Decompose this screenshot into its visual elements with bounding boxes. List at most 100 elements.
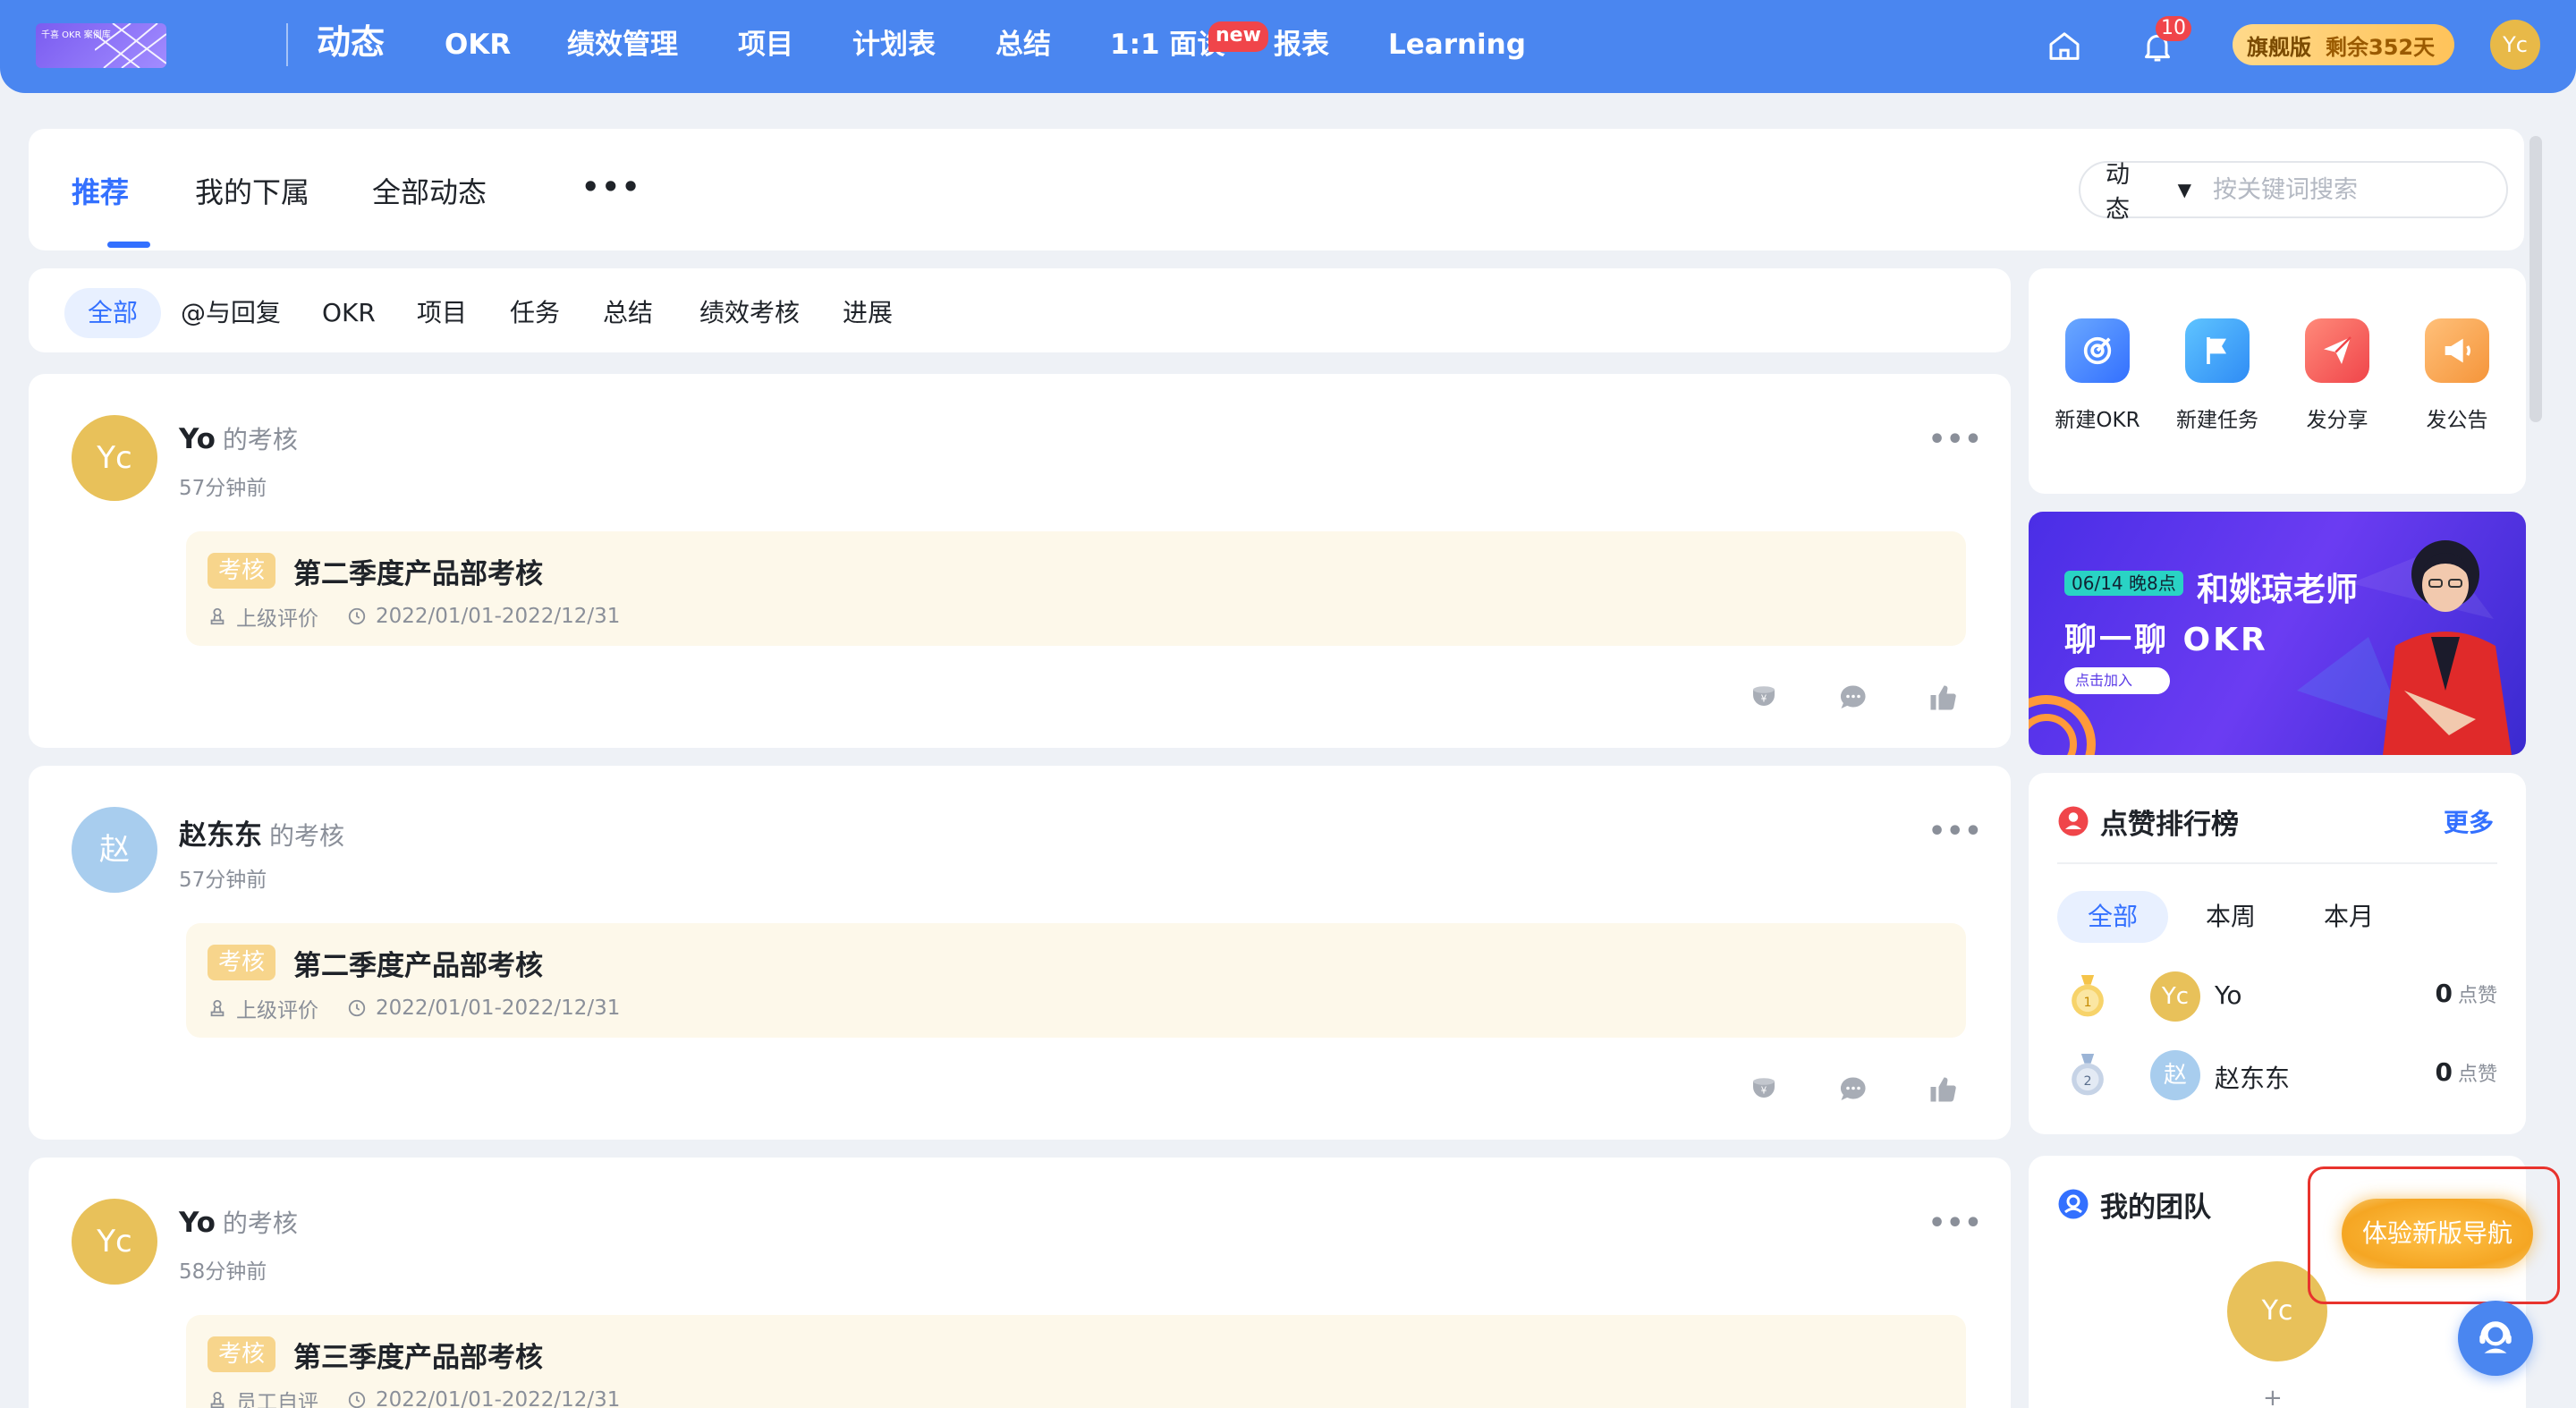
post-action: 的考核	[222, 425, 298, 454]
post-author-name[interactable]: Yo	[179, 1207, 216, 1239]
new-okr-button[interactable]: 新建OKR	[2039, 318, 2156, 433]
banner-subtitle: 聊一聊 OKR	[2064, 622, 2268, 658]
nav-item-okr[interactable]: OKR	[445, 27, 511, 63]
customer-service-icon	[2479, 1321, 2512, 1353]
filter-progress[interactable]: 进展	[819, 288, 916, 338]
banner-date: 06/14 晚8点	[2064, 571, 2183, 596]
post-author: Yo 的考核	[179, 1204, 298, 1240]
tab-recommended[interactable]: 推荐	[72, 170, 129, 211]
filter-bar: 全部 @与回复 OKR 项目 任务 总结 绩效考核 进展	[29, 268, 2011, 352]
search-type-select[interactable]: 动态	[2106, 155, 2153, 225]
svg-text:¥: ¥	[1761, 1086, 1767, 1097]
tab-all-activity[interactable]: 全部动态	[372, 170, 487, 211]
add-team-member-button[interactable]: +	[2263, 1385, 2283, 1408]
tab-my-subordinates[interactable]: 我的下属	[195, 170, 309, 211]
caret-down-icon[interactable]: ▼	[2178, 179, 2191, 200]
reward-icon[interactable]: ¥	[1748, 1073, 1780, 1109]
filter-mentions[interactable]: @与回复	[157, 288, 304, 338]
like-icon[interactable]	[1927, 682, 1959, 717]
ranking-tab-all[interactable]: 全部	[2057, 891, 2169, 943]
ranking-tab-week[interactable]: 本周	[2175, 891, 2286, 943]
post-author-name[interactable]: Yo	[179, 423, 216, 455]
announcement-button[interactable]: 发公告	[2399, 318, 2515, 433]
filter-summary[interactable]: 总结	[580, 288, 676, 338]
filter-performance[interactable]: 绩效考核	[676, 288, 823, 338]
post-more-button[interactable]: •••	[1928, 424, 1983, 455]
user-avatar[interactable]: Yc	[2490, 20, 2540, 70]
nav-item-summary[interactable]: 总结	[996, 27, 1051, 63]
post-action: 的考核	[269, 821, 345, 851]
search-box: 动态 ▼	[2079, 161, 2508, 224]
review-period: 2022/01/01-2022/12/31	[376, 997, 621, 1020]
nav-item-learning[interactable]: Learning	[1388, 27, 1526, 63]
filter-all[interactable]: 全部	[64, 288, 162, 338]
post-avatar[interactable]: 赵	[72, 807, 157, 893]
stamp-icon	[208, 1390, 227, 1408]
review-card[interactable]: 考核 第二季度产品部考核 上级评价 2022/01/01-2022/12/31	[186, 531, 1966, 646]
team-icon	[2057, 1188, 2089, 1224]
like-unit: 点赞	[2457, 985, 2497, 1007]
home-icon[interactable]	[2046, 29, 2082, 68]
plan-badge[interactable]: 旗舰版 剩余352天	[2233, 24, 2454, 65]
nav-item-performance[interactable]: 绩效管理	[567, 27, 678, 63]
review-type: 员工自评	[236, 1391, 318, 1408]
brand-logo[interactable]: 千喜 OKR 案例库	[36, 23, 166, 68]
active-tab-indicator	[107, 242, 150, 248]
new-task-button[interactable]: 新建任务	[2159, 318, 2275, 433]
target-icon	[2065, 318, 2130, 383]
plan-name: 旗舰版	[2247, 34, 2311, 60]
team-title: 我的团队	[2100, 1192, 2211, 1224]
nav-item-reports[interactable]: 报表	[1274, 27, 1329, 63]
post-more-button[interactable]: •••	[1928, 1208, 1983, 1239]
ranking-tab-month[interactable]: 本月	[2293, 891, 2404, 943]
quick-label: 新建OKR	[2055, 409, 2140, 432]
scrollbar[interactable]	[2529, 136, 2542, 422]
ranking-avatar: Yc	[2150, 971, 2200, 1022]
nav-item-projects[interactable]: 项目	[738, 27, 793, 63]
post-avatar[interactable]: Yc	[72, 415, 157, 501]
logo-graphic-icon	[95, 23, 166, 68]
medal-number: 1	[2083, 996, 2091, 1010]
post-avatar[interactable]: Yc	[72, 1199, 157, 1285]
post-time: 57分钟前	[179, 477, 267, 500]
feed-card: Yc Yo 的考核 57分钟前 ••• 考核 第二季度产品部考核 上级评价 202…	[29, 374, 2011, 748]
banner-join-button[interactable]: 点击加入	[2064, 667, 2171, 694]
medal-number: 2	[2083, 1074, 2091, 1089]
quick-label: 发公告	[2426, 409, 2488, 432]
ranking-more-link[interactable]: 更多	[2444, 803, 2494, 839]
ranking-row[interactable]: 2 赵 赵东东 0 点赞	[2057, 1047, 2497, 1104]
ranking-row[interactable]: 1 Yc Yo 0 点赞	[2057, 968, 2497, 1025]
new-badge: new	[1208, 21, 1268, 52]
post-author-name[interactable]: 赵东东	[179, 819, 262, 852]
more-tabs-button[interactable]: •••	[581, 170, 641, 204]
search-input[interactable]	[2213, 175, 2481, 204]
nav-item-plans[interactable]: 计划表	[852, 27, 936, 63]
filter-projects[interactable]: 项目	[394, 288, 490, 338]
post-more-button[interactable]: •••	[1928, 816, 1983, 847]
review-card[interactable]: 考核 第二季度产品部考核 上级评价 2022/01/01-2022/12/31	[186, 923, 1966, 1038]
like-icon[interactable]	[1927, 1073, 1959, 1109]
filter-okr[interactable]: OKR	[299, 288, 399, 338]
comment-icon[interactable]	[1837, 1073, 1869, 1109]
ranking-count: 0 点赞	[2436, 979, 2498, 1008]
post-action: 的考核	[222, 1209, 298, 1238]
filter-tasks[interactable]: 任务	[487, 288, 583, 338]
stamp-icon	[208, 606, 227, 626]
review-card[interactable]: 考核 第三季度产品部考核 员工自评 2022/01/01-2022/12/31	[186, 1315, 1966, 1408]
promo-banner[interactable]: 06/14 晚8点 和姚琼老师 聊一聊 OKR 点击加入	[2029, 512, 2526, 755]
reward-icon[interactable]: ¥	[1748, 682, 1780, 717]
quick-label: 发分享	[2306, 409, 2368, 432]
ranking-icon	[2057, 805, 2089, 841]
share-button[interactable]: 发分享	[2279, 318, 2395, 433]
ranking-count: 0 点赞	[2436, 1057, 2498, 1087]
try-new-nav-button[interactable]: 体验新版导航	[2342, 1199, 2533, 1268]
comment-icon[interactable]	[1837, 682, 1869, 717]
quick-actions-panel: 新建OKR 新建任务 发分享 发公告	[2029, 268, 2526, 494]
nav-item-dynamics[interactable]: 动态	[317, 24, 385, 60]
ranking-avatar: 赵	[2150, 1050, 2200, 1100]
megaphone-icon	[2425, 318, 2489, 383]
send-icon	[2305, 318, 2369, 383]
top-navbar: 千喜 OKR 案例库 动态 OKR 绩效管理 项目 计划表 总结 1:1 面谈 …	[0, 0, 2576, 93]
support-button[interactable]	[2458, 1301, 2533, 1376]
divider	[2057, 862, 2497, 864]
